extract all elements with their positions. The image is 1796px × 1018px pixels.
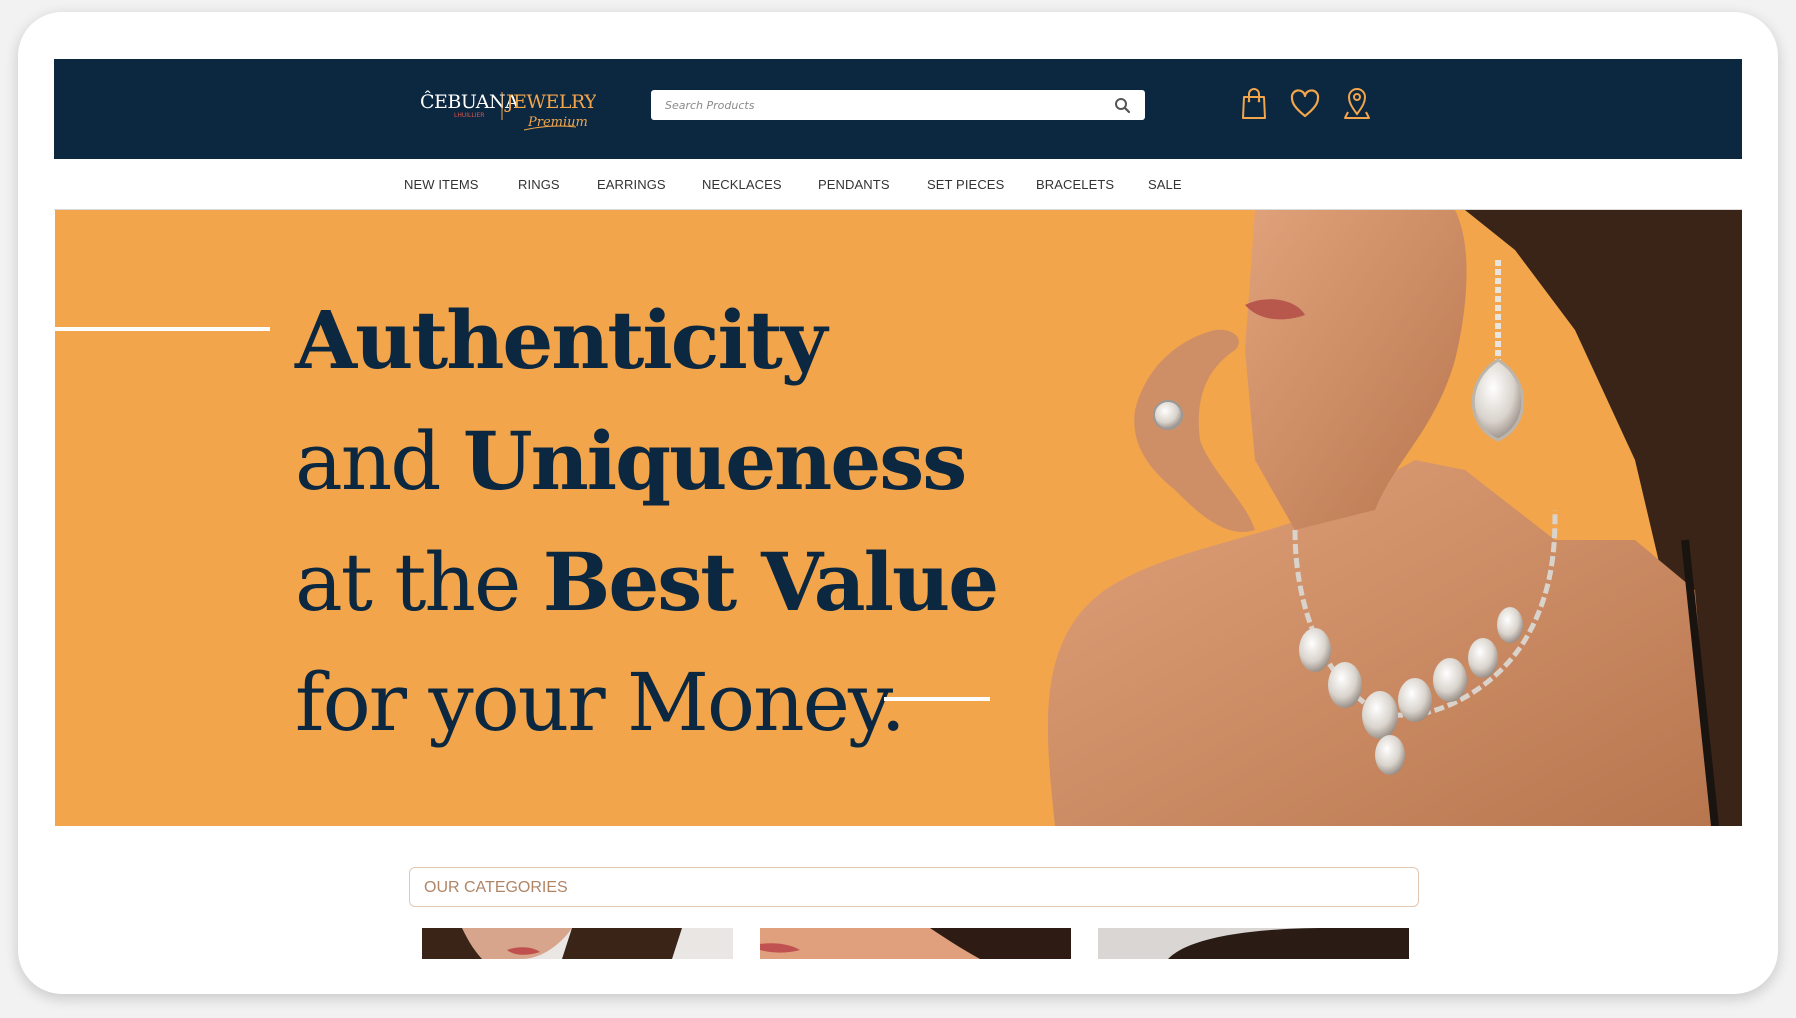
cebuana-jewelry-logo[interactable]: ĈEBUANA LHUILLIER JEWELRY Premium <box>416 86 598 134</box>
search-input[interactable] <box>665 96 1095 114</box>
top-header: ĈEBUANA LHUILLIER JEWELRY Premium <box>54 59 1742 159</box>
model-wearing-jewelry-image <box>1047 210 1742 826</box>
svg-text:LHUILLIER: LHUILLIER <box>454 112 484 119</box>
categories-header: OUR CATEGORIES <box>409 867 1419 907</box>
hero-line-4: for your Money. <box>295 656 906 749</box>
heart-icon[interactable] <box>1290 86 1320 120</box>
nav-earrings[interactable]: EARRINGS <box>597 177 666 192</box>
hero-banner[interactable]: Authenticity and Uniqueness at the Best … <box>55 210 1742 826</box>
categories-title: OUR CATEGORIES <box>424 879 568 896</box>
hero-headline: Authenticity and Uniqueness at the Best … <box>295 280 999 763</box>
nav-necklaces[interactable]: NECKLACES <box>702 177 782 192</box>
nav-pendants[interactable]: PENDANTS <box>818 177 890 192</box>
hero-line-2: and Uniqueness <box>295 414 967 508</box>
category-thumbnail[interactable] <box>1098 928 1409 959</box>
nav-set-pieces[interactable]: SET PIECES <box>927 177 1004 192</box>
svg-text:JEWELRY: JEWELRY <box>504 91 596 113</box>
location-pin-icon[interactable] <box>1342 86 1372 120</box>
decorative-line <box>55 327 270 331</box>
hero-line-3: at the Best Value <box>295 535 999 629</box>
browser-frame: ĈEBUANA LHUILLIER JEWELRY Premium Search… <box>18 12 1778 994</box>
category-thumbnail[interactable] <box>422 928 733 959</box>
main-nav: NEW ITEMS RINGS EARRINGS NECKLACES PENDA… <box>54 159 1742 210</box>
category-thumbnail[interactable] <box>760 928 1071 959</box>
nav-new-items[interactable]: NEW ITEMS <box>404 177 479 192</box>
decorative-line <box>884 697 990 701</box>
search-icon[interactable] <box>1114 97 1131 114</box>
nav-rings[interactable]: RINGS <box>518 177 560 192</box>
search-bar <box>651 90 1145 120</box>
svg-text:ĈEBUANA: ĈEBUANA <box>420 90 519 113</box>
shopping-bag-icon[interactable] <box>1239 86 1269 120</box>
nav-bracelets[interactable]: BRACELETS <box>1036 177 1114 192</box>
hero-line-1: Authenticity <box>295 293 827 387</box>
nav-sale[interactable]: SALE <box>1148 177 1182 192</box>
website: ĈEBUANA LHUILLIER JEWELRY Premium Search… <box>54 59 1742 959</box>
